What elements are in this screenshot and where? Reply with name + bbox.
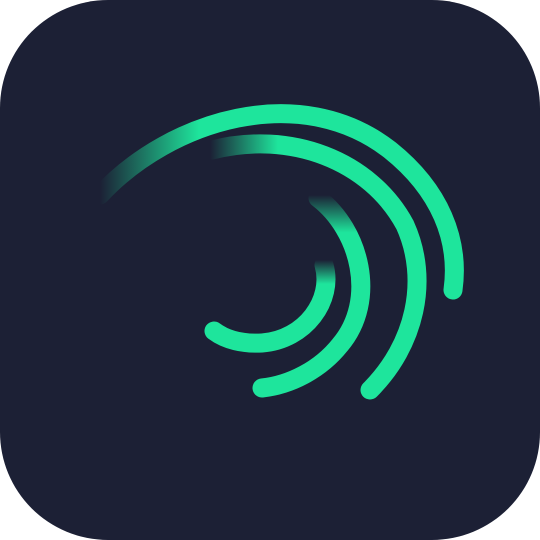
app-icon-screen [0, 0, 540, 540]
app-icon-graphic [0, 0, 540, 540]
app-icon[interactable] [0, 0, 540, 540]
